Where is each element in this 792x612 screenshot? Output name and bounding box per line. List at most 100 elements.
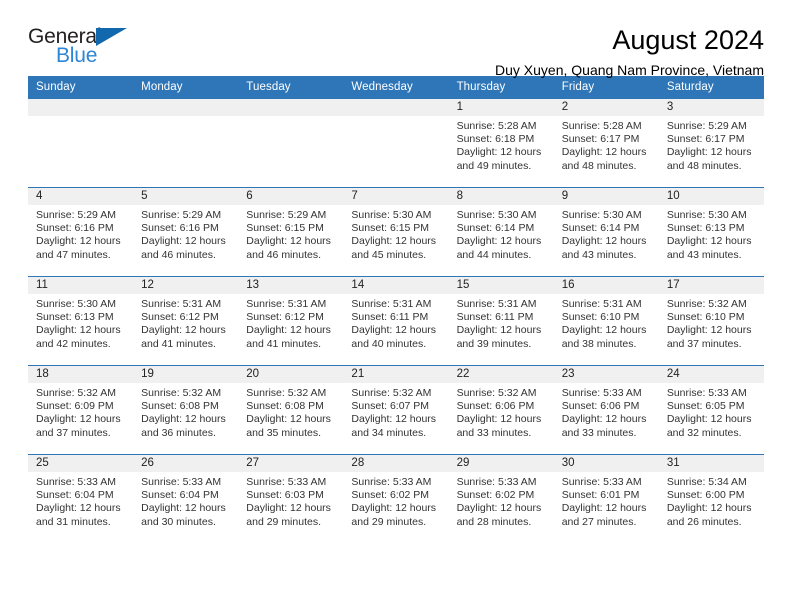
sunrise-text: Sunrise: 5:33 AM xyxy=(36,476,116,488)
calendar-day-cell[interactable]: 22 Sunrise: 5:32 AM Sunset: 6:06 PM Dayligh… xyxy=(448,365,554,455)
day-cell-inner: 18 Sunrise: 5:32 AM Sunset: 6:09 PM Dayligh… xyxy=(28,366,134,454)
day-details: Sunrise: 5:32 AM Sunset: 6:07 PM Daylight:… xyxy=(343,383,448,440)
day-details: Sunrise: 5:30 AM Sunset: 6:13 PM Daylight:… xyxy=(28,294,133,351)
day-cell-inner: 17 Sunrise: 5:32 AM Sunset: 6:10 PM Dayligh… xyxy=(658,277,764,365)
sunrise-text: Sunrise: 5:31 AM xyxy=(351,298,432,310)
daylight-text-line1: Daylight: 12 hours xyxy=(561,324,647,337)
day-number xyxy=(343,99,449,116)
daylight-text-line1: Daylight: 12 hours xyxy=(36,502,121,515)
daylight-text-line1: Daylight: 12 hours xyxy=(141,413,226,426)
calendar-day-cell[interactable]: 23 Sunrise: 5:33 AM Sunset: 6:06 PM Dayligh… xyxy=(553,365,659,455)
day-details: Sunrise: 5:31 AM Sunset: 6:11 PM Daylight:… xyxy=(449,294,554,351)
calendar-day-cell[interactable]: 3 Sunrise: 5:29 AM Sunset: 6:17 PM Daylight… xyxy=(658,99,764,188)
calendar-day-cell[interactable]: 26 Sunrise: 5:33 AM Sunset: 6:04 PM Dayligh… xyxy=(133,454,239,543)
calendar-empty-cell xyxy=(343,99,449,188)
daylight-text-line1: Daylight: 12 hours xyxy=(456,235,542,248)
weekday-header-thursday: Thursday xyxy=(448,76,554,99)
calendar-day-cell[interactable]: 25 Sunrise: 5:33 AM Sunset: 6:04 PM Dayligh… xyxy=(28,454,134,543)
calendar-day-cell[interactable]: 30 Sunrise: 5:33 AM Sunset: 6:01 PM Dayligh… xyxy=(553,454,659,543)
weekday-header-saturday: Saturday xyxy=(658,76,764,99)
calendar-day-cell[interactable]: 10 Sunrise: 5:30 AM Sunset: 6:13 PM Dayligh… xyxy=(658,187,764,277)
calendar-day-cell[interactable]: 31 Sunrise: 5:34 AM Sunset: 6:00 PM Dayligh… xyxy=(658,454,764,543)
sunrise-text: Sunrise: 5:32 AM xyxy=(351,387,432,399)
calendar-day-cell[interactable]: 17 Sunrise: 5:32 AM Sunset: 6:10 PM Dayligh… xyxy=(658,276,764,366)
daylight-text-line2: and 46 minutes. xyxy=(141,248,216,261)
day-details: Sunrise: 5:33 AM Sunset: 6:02 PM Daylight:… xyxy=(343,472,448,529)
daylight-text-line2: and 43 minutes. xyxy=(666,248,742,261)
daylight-text-line1: Daylight: 12 hours xyxy=(456,413,542,426)
day-cell-inner: 27 Sunrise: 5:33 AM Sunset: 6:03 PM Dayligh… xyxy=(238,455,344,543)
sunrise-text: Sunrise: 5:32 AM xyxy=(141,387,222,399)
calendar-day-cell[interactable]: 12 Sunrise: 5:31 AM Sunset: 6:12 PM Dayligh… xyxy=(133,276,239,366)
calendar-day-cell[interactable]: 2 Sunrise: 5:28 AM Sunset: 6:17 PM Daylight… xyxy=(553,99,659,188)
sunset-text: Sunset: 6:02 PM xyxy=(456,489,535,502)
calendar-day-cell[interactable]: 6 Sunrise: 5:29 AM Sunset: 6:15 PM Daylight… xyxy=(238,187,344,277)
daylight-text-line1: Daylight: 12 hours xyxy=(561,413,647,426)
day-details: Sunrise: 5:28 AM Sunset: 6:17 PM Daylight:… xyxy=(554,116,659,173)
day-cell-inner: 9 Sunrise: 5:30 AM Sunset: 6:14 PM Daylight… xyxy=(553,188,659,276)
calendar-day-cell[interactable]: 24 Sunrise: 5:33 AM Sunset: 6:05 PM Dayligh… xyxy=(658,365,764,455)
day-cell-inner: 19 Sunrise: 5:32 AM Sunset: 6:08 PM Dayligh… xyxy=(133,366,239,454)
day-number: 19 xyxy=(133,366,239,383)
calendar-day-cell[interactable]: 16 Sunrise: 5:31 AM Sunset: 6:10 PM Dayligh… xyxy=(553,276,659,366)
day-cell-inner: 12 Sunrise: 5:31 AM Sunset: 6:12 PM Dayligh… xyxy=(133,277,239,365)
day-cell-inner: 21 Sunrise: 5:32 AM Sunset: 6:07 PM Dayligh… xyxy=(343,366,449,454)
sunrise-text: Sunrise: 5:32 AM xyxy=(666,298,747,310)
calendar-week-row: 4 Sunrise: 5:29 AM Sunset: 6:16 PM Daylight… xyxy=(28,187,764,277)
day-number: 14 xyxy=(343,277,449,294)
day-number: 20 xyxy=(238,366,344,383)
day-number: 10 xyxy=(658,188,764,205)
day-details: Sunrise: 5:33 AM Sunset: 6:02 PM Daylight:… xyxy=(449,472,554,529)
day-cell-inner xyxy=(133,99,239,187)
day-number: 29 xyxy=(448,455,554,472)
day-number: 2 xyxy=(553,99,659,116)
day-details: Sunrise: 5:29 AM Sunset: 6:17 PM Daylight:… xyxy=(659,116,764,173)
day-number: 13 xyxy=(238,277,344,294)
calendar-day-cell[interactable]: 8 Sunrise: 5:30 AM Sunset: 6:14 PM Daylight… xyxy=(448,187,554,277)
sunrise-text: Sunrise: 5:33 AM xyxy=(246,476,327,488)
calendar-day-cell[interactable]: 13 Sunrise: 5:31 AM Sunset: 6:12 PM Dayligh… xyxy=(238,276,344,366)
sunrise-text: Sunrise: 5:32 AM xyxy=(456,387,537,399)
daylight-text-line2: and 35 minutes. xyxy=(246,426,321,439)
day-details: Sunrise: 5:29 AM Sunset: 6:15 PM Daylight:… xyxy=(238,205,343,262)
calendar-day-cell[interactable]: 1 Sunrise: 5:28 AM Sunset: 6:18 PM Daylight… xyxy=(448,99,554,188)
sunset-text: Sunset: 6:09 PM xyxy=(36,400,114,413)
page-title: August 2024 xyxy=(612,25,764,55)
day-cell-inner: 4 Sunrise: 5:29 AM Sunset: 6:16 PM Daylight… xyxy=(28,188,134,276)
calendar-day-cell[interactable]: 11 Sunrise: 5:30 AM Sunset: 6:13 PM Dayligh… xyxy=(28,276,134,366)
calendar-day-cell[interactable]: 29 Sunrise: 5:33 AM Sunset: 6:02 PM Dayligh… xyxy=(448,454,554,543)
calendar-day-cell[interactable]: 4 Sunrise: 5:29 AM Sunset: 6:16 PM Daylight… xyxy=(28,187,134,277)
general-blue-logo[interactable]: General Blue xyxy=(28,26,136,76)
calendar-day-cell[interactable]: 15 Sunrise: 5:31 AM Sunset: 6:11 PM Dayligh… xyxy=(448,276,554,366)
daylight-text-line2: and 48 minutes. xyxy=(561,159,637,172)
calendar-day-cell[interactable]: 19 Sunrise: 5:32 AM Sunset: 6:08 PM Dayligh… xyxy=(133,365,239,455)
calendar-day-cell[interactable]: 9 Sunrise: 5:30 AM Sunset: 6:14 PM Daylight… xyxy=(553,187,659,277)
weekday-header-monday: Monday xyxy=(133,76,239,99)
daylight-text-line2: and 34 minutes. xyxy=(351,426,427,439)
calendar-day-cell[interactable]: 18 Sunrise: 5:32 AM Sunset: 6:09 PM Dayligh… xyxy=(28,365,134,455)
daylight-text-line1: Daylight: 12 hours xyxy=(351,235,437,248)
sunset-text: Sunset: 6:07 PM xyxy=(351,400,430,413)
day-cell-inner: 22 Sunrise: 5:32 AM Sunset: 6:06 PM Dayligh… xyxy=(448,366,554,454)
calendar-day-cell[interactable]: 28 Sunrise: 5:33 AM Sunset: 6:02 PM Dayligh… xyxy=(343,454,449,543)
calendar-empty-cell xyxy=(28,99,134,188)
day-details: Sunrise: 5:32 AM Sunset: 6:08 PM Daylight:… xyxy=(238,383,343,440)
calendar-day-cell[interactable]: 27 Sunrise: 5:33 AM Sunset: 6:03 PM Dayligh… xyxy=(238,454,344,543)
day-cell-inner: 13 Sunrise: 5:31 AM Sunset: 6:12 PM Dayligh… xyxy=(238,277,344,365)
day-number: 1 xyxy=(448,99,554,116)
calendar-day-cell[interactable]: 7 Sunrise: 5:30 AM Sunset: 6:15 PM Daylight… xyxy=(343,187,449,277)
daylight-text-line1: Daylight: 12 hours xyxy=(561,502,647,515)
calendar-day-cell[interactable]: 21 Sunrise: 5:32 AM Sunset: 6:07 PM Dayligh… xyxy=(343,365,449,455)
calendar-week-row: 25 Sunrise: 5:33 AM Sunset: 6:04 PM Dayligh… xyxy=(28,454,764,543)
daylight-text-line1: Daylight: 12 hours xyxy=(561,146,647,159)
day-details: Sunrise: 5:32 AM Sunset: 6:10 PM Daylight:… xyxy=(659,294,764,351)
calendar-empty-cell xyxy=(238,99,344,188)
calendar-day-cell[interactable]: 5 Sunrise: 5:29 AM Sunset: 6:16 PM Daylight… xyxy=(133,187,239,277)
calendar-day-cell[interactable]: 14 Sunrise: 5:31 AM Sunset: 6:11 PM Dayligh… xyxy=(343,276,449,366)
calendar-day-cell[interactable]: 20 Sunrise: 5:32 AM Sunset: 6:08 PM Dayligh… xyxy=(238,365,344,455)
sunset-text: Sunset: 6:06 PM xyxy=(456,400,535,413)
day-details: Sunrise: 5:31 AM Sunset: 6:12 PM Daylight:… xyxy=(133,294,238,351)
day-details: Sunrise: 5:32 AM Sunset: 6:09 PM Daylight:… xyxy=(28,383,133,440)
sunset-text: Sunset: 6:14 PM xyxy=(561,222,640,235)
daylight-text-line1: Daylight: 12 hours xyxy=(666,146,752,159)
